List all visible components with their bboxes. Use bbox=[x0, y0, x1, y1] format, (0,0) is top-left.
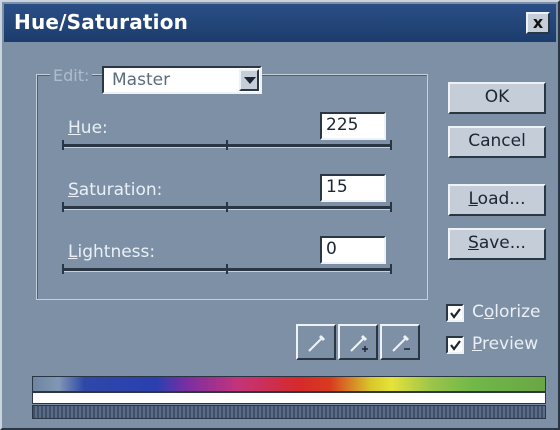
edit-label: Edit: bbox=[50, 66, 93, 85]
title-bar[interactable]: Hue/Saturation x bbox=[4, 4, 556, 42]
spectrum-bar-input bbox=[32, 376, 546, 392]
lightness-input[interactable]: 0 bbox=[320, 236, 386, 264]
cancel-button[interactable]: Cancel bbox=[448, 126, 546, 158]
ok-button[interactable]: OK bbox=[448, 82, 546, 114]
edit-selected-value: Master bbox=[112, 70, 171, 90]
lightness-slider-track[interactable] bbox=[62, 264, 392, 274]
close-icon: x bbox=[532, 13, 544, 32]
load-button[interactable]: Load... bbox=[448, 184, 546, 216]
saturation-input[interactable]: 15 bbox=[320, 174, 386, 202]
hue-label: Hue: bbox=[68, 118, 108, 138]
spectrum-bar-output bbox=[32, 392, 546, 404]
colorize-checkbox[interactable] bbox=[446, 304, 464, 322]
eyedropper-minus-button[interactable] bbox=[380, 324, 420, 360]
eyedropper-plus-button[interactable] bbox=[338, 324, 378, 360]
lightness-label: Lightness: bbox=[68, 242, 156, 262]
edit-dropdown[interactable]: Master bbox=[102, 66, 262, 94]
range-bar bbox=[32, 405, 546, 419]
dialog-title: Hue/Saturation bbox=[14, 10, 189, 34]
preview-checkbox[interactable] bbox=[446, 336, 464, 354]
eyedropper-button[interactable] bbox=[296, 324, 336, 360]
eyedropper-icon bbox=[308, 334, 326, 352]
chevron-down-icon bbox=[244, 77, 256, 84]
save-button[interactable]: Save... bbox=[448, 228, 546, 260]
colorize-label: Colorize bbox=[472, 302, 541, 322]
hue-input[interactable]: 225 bbox=[320, 112, 386, 140]
preview-label: Preview bbox=[472, 334, 539, 354]
eyedropper-minus-icon bbox=[392, 334, 410, 352]
saturation-label: Saturation: bbox=[68, 180, 163, 200]
saturation-slider-track[interactable] bbox=[62, 202, 392, 212]
hue-saturation-dialog: Hue/Saturation x Edit: Master Hue: 225 S… bbox=[0, 0, 560, 430]
checkmark-icon bbox=[450, 340, 461, 351]
hue-slider-track[interactable] bbox=[62, 140, 392, 150]
dropdown-arrow-button[interactable] bbox=[239, 69, 259, 91]
checkmark-icon bbox=[450, 308, 461, 319]
eyedropper-plus-icon bbox=[350, 334, 368, 352]
close-button[interactable]: x bbox=[526, 12, 550, 34]
